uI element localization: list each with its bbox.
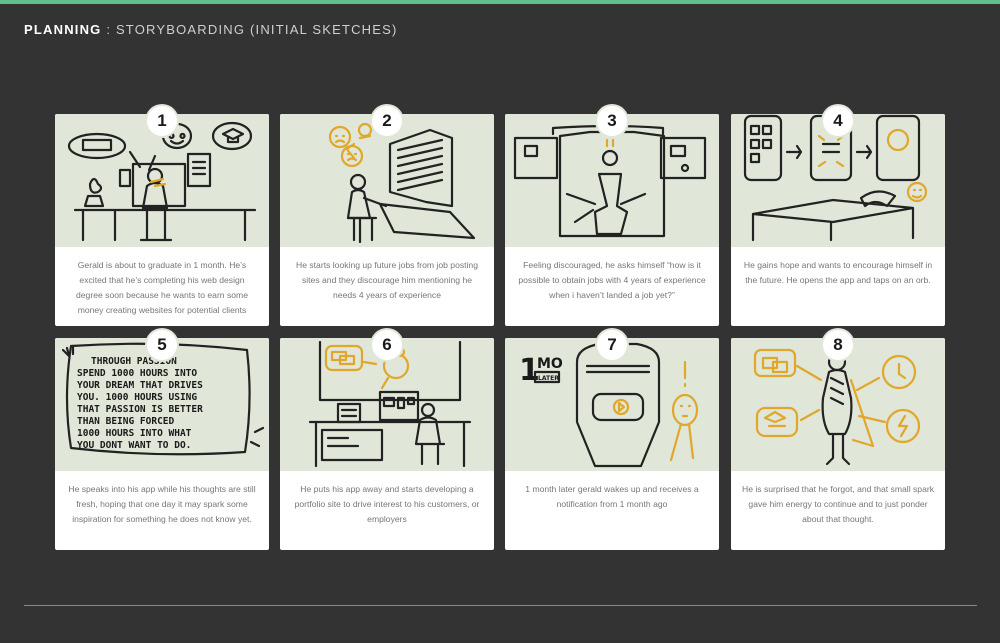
storyboard-card-1: Gerald is about to graduate in 1 month. … [55, 114, 269, 326]
sketch-note-line: 1000 HOURS INTO WHAT [77, 428, 192, 439]
storyboard-card-8: He is surprised that he forgot, and that… [731, 338, 945, 550]
storyboard-caption: He is surprised that he forgot, and that… [741, 484, 935, 524]
footer-divider [24, 605, 977, 606]
panel-number-badge: 4 [823, 106, 853, 136]
storyboard-caption: He speaks into his app while his thought… [68, 484, 256, 524]
sketch-later-label: LATER [538, 375, 559, 382]
sketch-note-line: YOU DONT WANT TO DO. [77, 440, 191, 451]
storyboard-caption: Feeling discouraged, he asks himself “ho… [518, 260, 706, 300]
storyboard-caption: Gerald is about to graduate in 1 month. … [76, 260, 248, 315]
sketch-unit-label: MO [537, 356, 563, 372]
accent-bar [0, 0, 1000, 4]
storyboard-card-4: He gains hope and wants to encourage him… [731, 114, 945, 326]
page-title-separator: : [106, 22, 112, 37]
panel-number-badge: 7 [597, 330, 627, 360]
sketch-note-line: THAT PASSION IS BETTER [77, 404, 203, 415]
storyboard-card-3: Feeling discouraged, he asks himself “ho… [505, 114, 719, 326]
storyboard-card-6: He puts his app away and starts developi… [280, 338, 494, 550]
storyboard-caption: He starts looking up future jobs from jo… [296, 260, 478, 300]
page-title-section: PLANNING [24, 22, 102, 37]
panel-number-badge: 2 [372, 106, 402, 136]
storyboard-card-5: THROUGH PASSION SPEND 1000 HOURS INTO YO… [55, 338, 269, 550]
svg-text:THROUGH PASSION SPEND: THROUGH PASSION SPEND 1000 HOURS INTO YO… [77, 356, 209, 451]
storyboard-caption: He gains hope and wants to encourage him… [743, 260, 933, 285]
panel-number-badge: 8 [823, 330, 853, 360]
panel-number-badge: 6 [372, 330, 402, 360]
storyboard-card-2: He starts looking up future jobs from jo… [280, 114, 494, 326]
sketch-note-line: SPEND 1000 HOURS INTO [77, 368, 197, 379]
sketch-note-line: YOU. 1000 HOURS USING [77, 392, 197, 403]
storyboard-caption: He puts his app away and starts developi… [294, 484, 480, 524]
storyboard-card-7: 1 MO LATER 1 month later gerald wakes up… [505, 338, 719, 550]
sketch-note-line: YOUR DREAM THAT DRIVES [77, 380, 203, 391]
panel-number-badge: 3 [597, 106, 627, 136]
sketch-note-line: THAN BEING FORCED [77, 416, 175, 427]
page-title: PLANNING : STORYBOARDING (INITIAL SKETCH… [24, 22, 398, 37]
page-title-subtitle: STORYBOARDING (INITIAL SKETCHES) [115, 22, 398, 37]
panel-number-badge: 1 [147, 106, 177, 136]
storyboard-caption: 1 month later gerald wakes up and receiv… [525, 484, 699, 509]
panel-number-badge: 5 [147, 330, 177, 360]
